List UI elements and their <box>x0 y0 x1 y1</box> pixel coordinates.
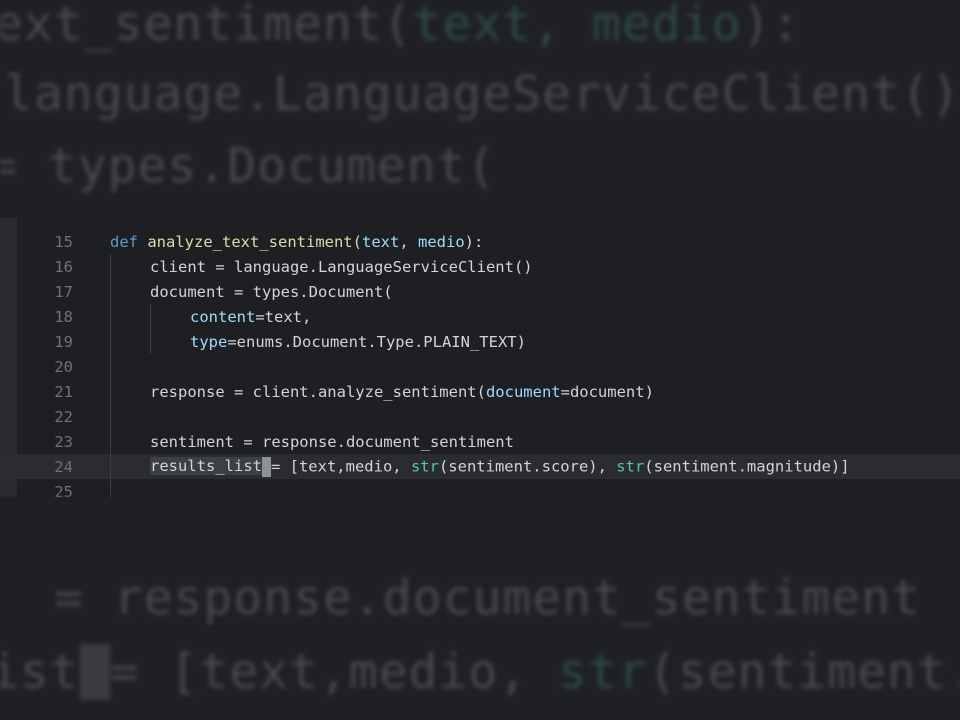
bg-code-line: language.LanguageServiceClient() <box>4 66 960 122</box>
line-number: 25 <box>54 482 73 499</box>
code-line[interactable]: 21 response = client.analyze_sentiment(do… <box>0 379 960 404</box>
code-token: document <box>485 382 561 401</box>
code-line[interactable]: 23 sentiment = response.document_sentimen… <box>0 429 960 454</box>
code-line[interactable]: 20 <box>0 354 960 379</box>
code-text[interactable]: results_list = [text,medio, str(sentiment… <box>150 456 850 477</box>
code-token: response = client.analyze_sentiment( <box>150 382 486 401</box>
indent-guide <box>150 329 151 354</box>
line-number: 24 <box>54 457 73 476</box>
indent-guide <box>110 429 111 454</box>
code-text[interactable]: response = client.analyze_sentiment(docu… <box>150 383 654 401</box>
indent-guide <box>110 329 111 354</box>
indent-guide <box>110 279 111 304</box>
indent-guide <box>110 304 111 329</box>
code-token: str <box>616 457 645 475</box>
bg-code-line: = response.document_sentiment <box>24 570 921 626</box>
code-line[interactable]: 18 content=text, <box>0 304 960 329</box>
indent-guide <box>110 404 111 429</box>
code-token: content <box>190 307 256 326</box>
code-token: type <box>190 332 228 351</box>
code-token: =text, <box>255 307 312 326</box>
code-line[interactable]: 24 results_list = [text,medio, str(sentime… <box>0 454 960 479</box>
code-token: = [text,medio, <box>270 457 411 475</box>
indent-guide <box>110 479 111 498</box>
background-zoom-top: ext_sentiment(text, medio): language.Lan… <box>0 0 960 218</box>
code-token: sentiment = response.document_sentiment <box>150 432 514 451</box>
code-token: ): <box>464 232 484 251</box>
line-number: 23 <box>54 432 73 451</box>
code-text[interactable]: document = types.Document( <box>150 283 393 301</box>
code-token: ( <box>352 232 362 251</box>
code-line[interactable]: 17 document = types.Document( <box>0 279 960 304</box>
indent-guide <box>110 254 111 279</box>
code-token: client = language.LanguageServiceClient(… <box>150 257 533 276</box>
bg-code-line: = types.Document( <box>0 138 497 194</box>
code-token: =document) <box>560 382 654 401</box>
bg-code-line: ext_sentiment(text, medio): <box>0 0 802 52</box>
line-number: 20 <box>54 357 73 376</box>
code-token: document = types.Document( <box>150 282 393 301</box>
indent-guide <box>110 354 111 379</box>
line-number: 21 <box>54 382 73 401</box>
code-token: (sentiment.score), <box>438 457 617 475</box>
code-line[interactable]: 22 <box>0 404 960 429</box>
line-number: 19 <box>54 332 73 351</box>
code-line[interactable]: 25 <box>0 479 960 498</box>
indent-guide <box>110 379 111 404</box>
line-number: 16 <box>54 257 73 276</box>
code-token: , <box>399 232 418 251</box>
code-token: analyze_text_sentiment <box>147 232 353 251</box>
code-token: results_list <box>150 457 262 475</box>
code-token: (sentiment.magnitude)] <box>644 457 850 475</box>
code-editor[interactable]: 15 def analyze_text_sentiment(text, medio… <box>0 218 960 498</box>
code-token: str <box>410 457 439 475</box>
code-token: medio <box>418 232 465 251</box>
indent-guide <box>110 454 111 479</box>
code-token: text <box>362 232 400 251</box>
code-line[interactable]: 16 client = language.LanguageServiceClien… <box>0 254 960 279</box>
code-text[interactable]: type=enums.Document.Type.PLAIN_TEXT) <box>190 333 526 351</box>
code-token: =enums.Document.Type.PLAIN_TEXT) <box>227 332 526 351</box>
indent-guide <box>150 304 151 329</box>
line-number: 18 <box>54 307 73 326</box>
code-token: def <box>110 232 138 251</box>
text-cursor <box>261 456 271 477</box>
code-text[interactable]: sentiment = response.document_sentiment <box>150 433 514 451</box>
code-text[interactable]: content=text, <box>190 308 311 326</box>
code-line[interactable]: 19 type=enums.Document.Type.PLAIN_TEXT) <box>0 329 960 354</box>
code-text[interactable]: client = language.LanguageServiceClient(… <box>150 258 533 276</box>
code-text[interactable]: def analyze_text_sentiment(text, medio): <box>110 233 483 251</box>
line-number: 17 <box>54 282 73 301</box>
bg-code-line: ist = [text,medio, str(sentiment. <box>0 644 960 700</box>
background-zoom-bottom: = response.document_sentiment ist = [tex… <box>0 498 960 720</box>
code-line[interactable]: 15 def analyze_text_sentiment(text, medio… <box>0 229 960 254</box>
line-number: 22 <box>54 407 73 426</box>
line-number: 15 <box>54 232 73 251</box>
